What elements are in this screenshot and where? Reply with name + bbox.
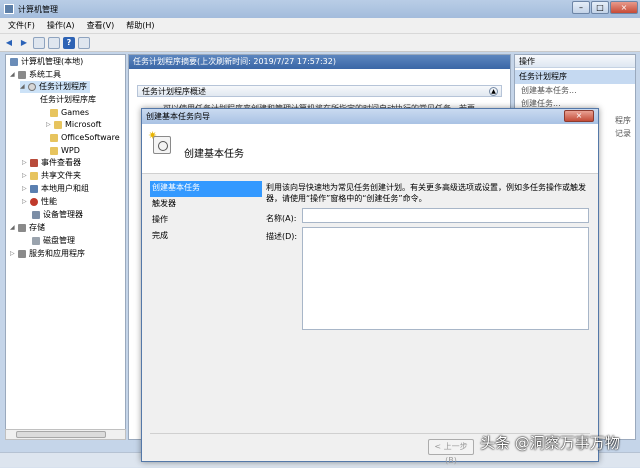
menu-file[interactable]: 文件(F) [8,20,35,31]
window-title: 计算机管理 [18,4,58,14]
up-folder-icon[interactable] [33,36,45,49]
services-icon [18,250,26,258]
collapse-icon[interactable]: ◢ [10,69,16,81]
menu-view[interactable]: 查看(V) [87,20,115,31]
tree-item-disk-management[interactable]: 磁盘管理 [32,235,75,247]
tree-item-root[interactable]: 计算机管理(本地) [10,56,83,68]
forward-arrow-icon[interactable]: ▶ [18,37,30,49]
title-bar: 计算机管理 – □ × [0,0,640,18]
tools-icon [18,71,26,79]
collapse-icon[interactable]: ◢ [20,81,26,93]
tree-item-local-users[interactable]: ▷ 本地用户和组 [22,183,89,195]
tree-item-storage[interactable]: ◢ 存储 [10,222,45,234]
folder-icon [50,109,58,117]
overview-section-header[interactable]: 任务计划程序概述 ▲ [137,85,502,97]
task-clock-icon [153,136,171,154]
dialog-title: 创建基本任务向导 [146,112,210,121]
show-hide-tree-icon[interactable] [48,36,60,49]
tree-item-microsoft[interactable]: ▷ Microsoft [46,119,101,131]
name-label: 名称(A): [266,214,297,223]
collapse-section-icon[interactable]: ▲ [489,87,498,96]
users-icon [30,185,38,193]
tree-item-performance[interactable]: ▷ 性能 [22,196,57,208]
step-action[interactable]: 操作 [150,213,262,229]
device-manager-icon [32,211,40,219]
summary-header: 任务计划程序摘要(上次刷新时间: 2019/7/27 17:57:32) [129,55,510,69]
scrollbar-thumb[interactable] [16,431,106,438]
expand-icon[interactable]: ▷ [22,196,28,208]
maximize-button[interactable]: □ [591,1,609,14]
tree-item-task-library[interactable]: 任务计划程序库 [40,94,96,106]
expand-icon[interactable]: ▷ [22,157,28,169]
description-textarea[interactable] [302,227,589,330]
tree-item-games[interactable]: Games [50,107,89,119]
shared-folder-icon [30,172,38,180]
menu-help[interactable]: 帮助(H) [126,20,154,31]
tree-item-shared-folders[interactable]: ▷ 共享文件夹 [22,170,81,182]
toolbar: ◀ ▶ ? [0,34,640,52]
tree-horizontal-scrollbar[interactable] [5,429,126,440]
performance-icon [30,198,38,206]
expand-icon[interactable]: ▷ [22,170,28,182]
minimize-button[interactable]: – [572,1,590,14]
tree-item-services[interactable]: ▷ 服务和应用程序 [10,248,85,260]
help-icon[interactable]: ? [63,36,75,49]
expand-icon[interactable]: ▷ [10,248,16,260]
expand-icon[interactable]: ▷ [46,119,52,131]
expand-icon[interactable]: ▷ [22,183,28,195]
tree-item-wpd[interactable]: WPD [50,145,80,157]
step-trigger[interactable]: 触发器 [150,197,262,213]
dialog-title-bar: 创建基本任务向导 × [142,109,598,124]
step-create-basic-task[interactable]: 创建基本任务 [150,181,262,197]
name-input[interactable] [302,208,589,223]
folder-icon [54,121,62,129]
tree-item-event-viewer[interactable]: ▷ 事件查看器 [22,157,81,169]
watermark: 头条 @洞察万事万物 [480,434,620,452]
description-label: 描述(D): [266,232,298,241]
clock-icon [28,83,36,91]
collapse-icon[interactable]: ◢ [10,222,16,234]
computer-management-icon [4,4,14,14]
disk-icon [32,237,40,245]
close-window-button[interactable]: × [610,1,638,14]
back-arrow-icon[interactable]: ◀ [3,37,15,49]
tree-item-task-scheduler[interactable]: ◢ 任务计划程序 [20,81,90,93]
wizard-description: 利用该向导快速地为常见任务创建计划。有关更多高级选项或设置，例如多任务操作或触发… [266,183,586,203]
tree-item-system-tools[interactable]: ◢ 系统工具 [10,69,61,81]
dialog-header: ✷ 创建基本任务 [142,124,598,174]
actions-title: 操作 [515,55,635,68]
step-finish[interactable]: 完成 [150,229,262,245]
dialog-heading: 创建基本任务 [184,149,244,160]
tree-item-device-manager[interactable]: 设备管理器 [32,209,83,221]
dialog-close-button[interactable]: × [564,110,594,122]
menu-action[interactable]: 操作(A) [47,20,75,31]
event-viewer-icon [30,159,38,167]
previous-button[interactable]: < 上一步(B) [428,439,474,465]
create-basic-task-dialog: 创建基本任务向导 × ✷ 创建基本任务 创建基本任务 触发器 操作 完成 利用该… [141,108,599,465]
menu-bar: 文件(F) 操作(A) 查看(V) 帮助(H) [0,18,640,34]
tree-item-officesoftware[interactable]: OfficeSoftware [50,132,120,144]
wizard-steps: 创建基本任务 触发器 操作 完成 [150,181,262,245]
folder-icon [50,134,58,142]
storage-icon [18,224,26,232]
computer-icon [10,58,18,66]
navigation-tree: 计算机管理(本地) ◢ 系统工具 ◢ 任务计划程序 任务计划程序库 Games … [5,54,126,440]
action-create-basic-task[interactable]: 创建基本任务... [515,84,635,97]
properties-icon[interactable] [78,36,90,49]
folder-icon [50,147,58,155]
actions-group-header[interactable]: 任务计划程序 [515,70,635,84]
